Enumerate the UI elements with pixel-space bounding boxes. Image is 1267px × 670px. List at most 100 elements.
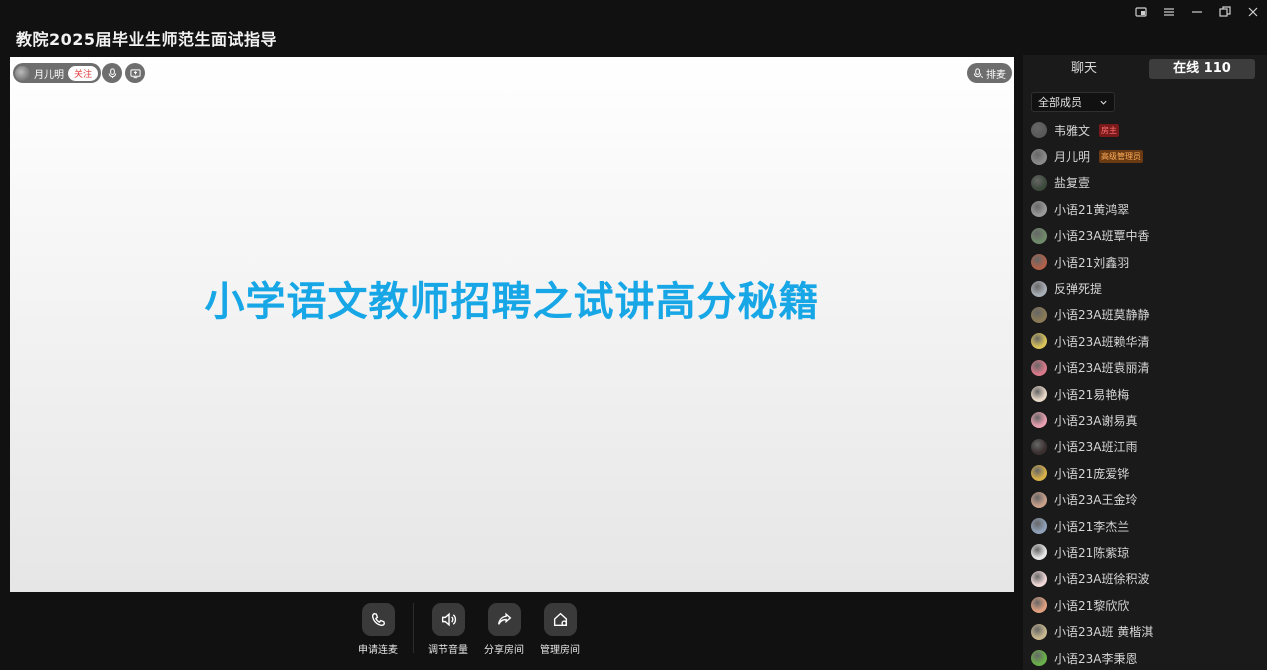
avatar (1031, 359, 1047, 376)
list-item[interactable]: 小语21陈紫琼 (1031, 539, 1261, 565)
follow-button[interactable]: 关注 (68, 65, 99, 81)
avatar (1031, 280, 1047, 297)
list-item[interactable]: 小语21黄鸿翠 (1031, 196, 1261, 222)
member-name: 韦雅文 (1054, 123, 1091, 138)
tab-online[interactable]: 在线 110 (1149, 59, 1255, 79)
member-name: 小语21李杰兰 (1054, 519, 1130, 534)
list-item[interactable]: 小语23A谢易真 (1031, 407, 1261, 433)
avatar (1031, 623, 1047, 640)
list-item[interactable]: 小语23A班覃中香 (1031, 223, 1261, 249)
member-name: 小语23A班徐积波 (1054, 572, 1150, 587)
member-name: 小语23A谢易真 (1054, 413, 1138, 428)
list-item[interactable]: 小语21李杰兰 (1031, 513, 1261, 539)
menu-icon[interactable] (1161, 4, 1177, 20)
tab-chat[interactable]: 聊天 (1031, 59, 1137, 79)
member-name: 月儿明 (1054, 150, 1091, 165)
avatar (1031, 465, 1047, 482)
volume-button[interactable]: 调节音量 (418, 603, 478, 656)
queue-mic-button[interactable]: 排麦 (967, 63, 1012, 83)
restore-icon[interactable] (1217, 4, 1233, 20)
member-name: 小语23A王金玲 (1054, 493, 1138, 508)
avatar (1031, 438, 1047, 455)
close-icon[interactable] (1245, 4, 1261, 20)
avatar (1031, 306, 1047, 323)
member-name: 小语21庞爱铧 (1054, 466, 1130, 481)
apply-mic-button[interactable]: 申请连麦 (348, 603, 408, 656)
queue-mic-label: 排麦 (986, 69, 1006, 81)
window-controls (1133, 4, 1261, 20)
member-name: 小语23A李秉恩 (1054, 651, 1138, 666)
member-name: 小语23A班赖华清 (1054, 334, 1150, 349)
member-name: 盐复壹 (1054, 176, 1091, 191)
list-item[interactable]: 月儿明 高级管理员 (1031, 143, 1261, 169)
member-name: 小语21刘鑫羽 (1054, 255, 1130, 270)
list-item[interactable]: 反弹死提 (1031, 275, 1261, 301)
avatar (1031, 227, 1047, 244)
controls-divider (413, 603, 414, 653)
volume-label: 调节音量 (428, 645, 468, 656)
avatar (1031, 412, 1047, 429)
presenter-avatar (15, 65, 30, 81)
avatar (1031, 544, 1047, 561)
avatar (1031, 201, 1047, 218)
avatar (1031, 597, 1047, 614)
list-item[interactable]: 小语23A班 黄楷淇 (1031, 618, 1261, 644)
member-name: 小语21黄鸿翠 (1054, 202, 1130, 217)
speaker-icon (431, 603, 465, 636)
avatar (1031, 650, 1047, 666)
member-name: 小语23A班莫静静 (1054, 308, 1150, 323)
presenter-chip[interactable]: 月儿明 关注 (13, 63, 102, 83)
bottom-controls: 申请连麦 调节音量 分享房间 管理房间 (0, 603, 1014, 663)
member-name: 小语23A班覃中香 (1054, 229, 1150, 244)
avatar (1031, 122, 1047, 139)
member-filter-dropdown[interactable]: 全部成员 (1031, 92, 1115, 112)
member-filter-label: 全部成员 (1038, 96, 1082, 109)
apply-mic-label: 申请连麦 (358, 645, 398, 656)
minimize-icon[interactable] (1189, 4, 1205, 20)
list-item[interactable]: 小语21易艳梅 (1031, 381, 1261, 407)
list-item[interactable]: 小语21黎欣欣 (1031, 592, 1261, 618)
role-badge: 房主 (1099, 123, 1120, 137)
window-title: 教院2025届毕业生师范生面试指导 (16, 30, 278, 49)
member-name: 反弹死提 (1054, 282, 1103, 297)
screen-share-icon[interactable] (125, 63, 145, 83)
presentation-stage: 月儿明 关注 排麦 小学语文教师招聘之试讲高分秘籍 (10, 57, 1014, 592)
manage-room-button[interactable]: 管理房间 (530, 603, 590, 656)
pip-icon[interactable] (1133, 4, 1149, 20)
avatar (1031, 333, 1047, 350)
list-item[interactable]: 小语23A班袁丽清 (1031, 355, 1261, 381)
role-badge: 高级管理员 (1099, 150, 1144, 164)
share-icon (487, 603, 521, 636)
avatar (1031, 148, 1047, 165)
avatar (1031, 254, 1047, 271)
mic-queue-icon (973, 67, 983, 78)
phone-icon (361, 603, 395, 636)
list-item[interactable]: 小语21刘鑫羽 (1031, 249, 1261, 275)
list-item[interactable]: 小语23A班江雨 (1031, 434, 1261, 460)
slide-title: 小学语文教师招聘之试讲高分秘籍 (204, 279, 820, 325)
member-list: 韦雅文 房主 月儿明 高级管理员 盐复壹 小语21黄鸿翠 小语23A班覃中香 小语21刘鑫羽反… (1031, 117, 1261, 670)
sidebar-tabs: 聊天 在线 110 (1031, 59, 1255, 79)
member-name: 小语23A班江雨 (1054, 440, 1138, 455)
avatar (1031, 570, 1047, 587)
list-item[interactable]: 小语23A班莫静静 (1031, 302, 1261, 328)
list-item[interactable]: 盐复壹 (1031, 170, 1261, 196)
list-item[interactable]: 小语23A李秉恩 (1031, 645, 1261, 670)
presenter-name: 月儿明 (34, 69, 64, 81)
member-name: 小语23A班袁丽清 (1054, 361, 1150, 376)
share-room-button[interactable]: 分享房间 (474, 603, 534, 656)
member-name: 小语21易艳梅 (1054, 387, 1130, 402)
member-sidebar: 聊天 在线 110 全部成员 韦雅文 房主 月儿明 高级管理员 盐复壹 小语21黄鸿翠 小语… (1023, 55, 1267, 670)
home-settings-icon (543, 603, 577, 636)
chevron-down-icon (1100, 100, 1107, 105)
list-item[interactable]: 小语21庞爱铧 (1031, 460, 1261, 486)
list-item[interactable]: 小语23A班徐积波 (1031, 566, 1261, 592)
avatar (1031, 174, 1047, 191)
list-item[interactable]: 小语23A班赖华清 (1031, 328, 1261, 354)
mic-icon[interactable] (102, 63, 122, 83)
avatar (1031, 386, 1047, 403)
member-name: 小语21陈紫琼 (1054, 545, 1130, 560)
list-item[interactable]: 小语23A王金玲 (1031, 486, 1261, 512)
member-name: 小语23A班 黄楷淇 (1054, 625, 1154, 640)
list-item[interactable]: 韦雅文 房主 (1031, 117, 1261, 143)
